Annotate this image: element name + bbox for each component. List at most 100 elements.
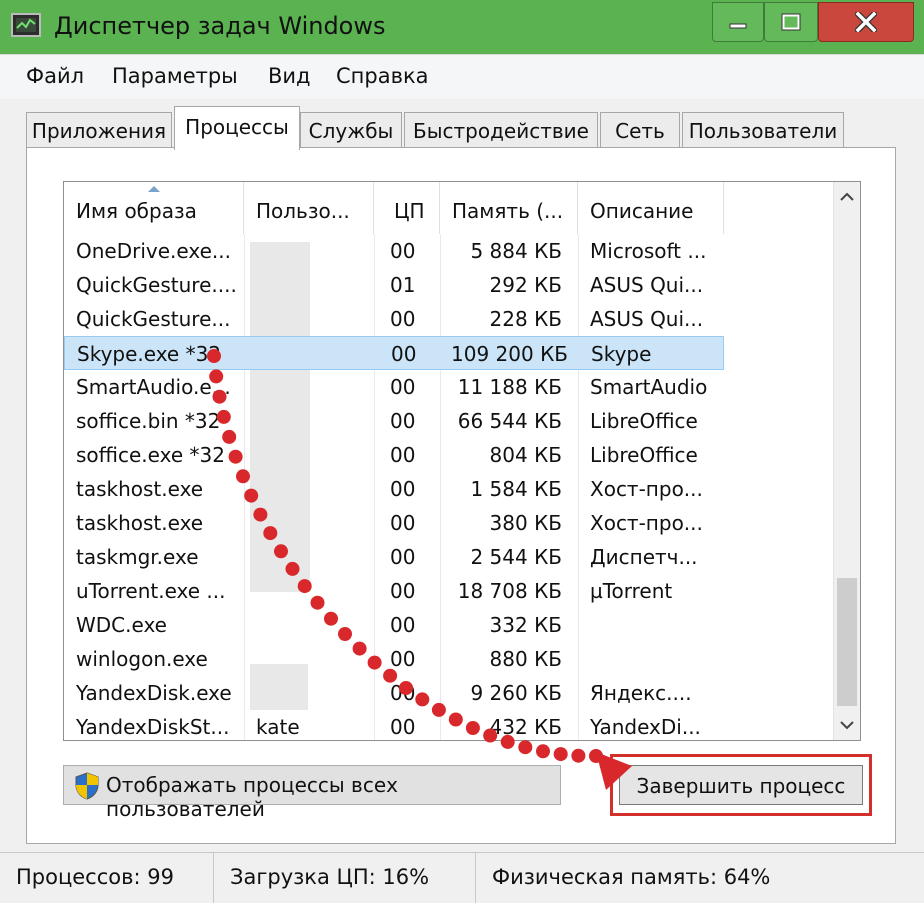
end-process-button[interactable]: Завершить процесс [619, 765, 863, 805]
process-name: QuickGesture... [76, 307, 231, 331]
process-name: OneDrive.exe... [76, 239, 231, 263]
process-cpu: 00 [390, 307, 416, 331]
process-memory: 228 КБ [489, 307, 562, 331]
process-name: taskmgr.exe [76, 545, 199, 569]
column-cpu[interactable]: ЦП [374, 182, 440, 234]
show-all-processes-label: Отображать процессы всех пользователей [106, 773, 398, 821]
table-row[interactable]: QuickGesture... 00 228 КБ ASUS Qui... [64, 302, 724, 336]
process-cpu: 00 [390, 681, 416, 705]
app-icon [11, 13, 41, 37]
column-description-label: Описание [590, 199, 694, 223]
process-name: SmartAudio.e... [76, 375, 231, 399]
process-name: soffice.bin *32 [76, 409, 221, 433]
process-cpu: 00 [390, 613, 416, 637]
sort-up-icon [148, 186, 160, 192]
process-list[interactable]: Имя образа Пользо... ЦП Память (... Опис… [63, 181, 861, 741]
task-manager-window: Диспетчер задач Windows Файл Параметры В… [0, 0, 924, 903]
process-name: Skype.exe *32 [77, 342, 222, 366]
status-bar: Процессов: 99 Загрузка ЦП: 16% Физическа… [0, 852, 924, 903]
process-name: taskhost.exe [76, 477, 204, 501]
scroll-thumb[interactable] [837, 578, 857, 706]
process-description: ASUS Qui... [590, 307, 704, 331]
process-cpu: 00 [390, 579, 416, 603]
column-memory[interactable]: Память (... [440, 182, 578, 234]
process-description: µTorrent [590, 579, 673, 603]
table-row[interactable]: OneDrive.exe... 00 5 884 КБ Microsoft ... [64, 234, 724, 268]
process-name: taskhost.exe [76, 511, 204, 535]
maximize-button[interactable] [764, 2, 818, 42]
process-name: QuickGesture.... [76, 273, 237, 297]
table-row[interactable]: soffice.bin *32 00 66 544 КБ LibreOffice [64, 404, 724, 438]
window-title: Диспетчер задач Windows [54, 12, 386, 40]
tab-performance[interactable]: Быстродействие [404, 112, 598, 148]
process-memory: 1 584 КБ [470, 477, 562, 501]
menu-help[interactable]: Справка [336, 64, 429, 88]
process-memory: 11 188 КБ [457, 375, 562, 399]
end-process-highlight: Завершить процесс [610, 754, 872, 816]
table-row[interactable]: Skype.exe *32 00 109 200 КБ Skype [64, 336, 724, 370]
table-row[interactable]: taskhost.exe 00 380 КБ Хост-про... [64, 506, 724, 540]
table-row[interactable]: WDC.exe 00 332 КБ [64, 608, 724, 642]
table-row[interactable]: SmartAudio.e... 00 11 188 КБ SmartAudio [64, 370, 724, 404]
process-name: uTorrent.exe ... [76, 579, 226, 603]
process-cpu: 00 [390, 443, 416, 467]
column-image-name[interactable]: Имя образа [64, 182, 244, 234]
scroll-up-icon [840, 192, 854, 201]
process-description: Хост-про... [590, 511, 703, 535]
menu-file[interactable]: Файл [26, 64, 84, 88]
process-memory: 9 260 КБ [470, 681, 562, 705]
table-row[interactable]: soffice.exe *32 00 804 КБ LibreOffice [64, 438, 724, 472]
table-row[interactable]: YandexDiskSt... kate 00 432 КБ YandexDi... [64, 710, 724, 740]
process-memory: 804 КБ [489, 443, 562, 467]
menu-view[interactable]: Вид [268, 64, 311, 88]
menu-bar: Файл Параметры Вид Справка [0, 54, 924, 99]
tab-applications[interactable]: Приложения [26, 112, 172, 148]
column-image-name-label: Имя образа [76, 199, 197, 223]
minimize-button[interactable] [712, 2, 764, 42]
table-row[interactable]: uTorrent.exe ... 00 18 708 КБ µTorrent [64, 574, 724, 608]
process-description: SmartAudio [590, 375, 708, 399]
shield-icon [75, 772, 99, 800]
process-memory: 880 КБ [489, 647, 562, 671]
status-cpu-load: Загрузка ЦП: 16% [214, 853, 476, 903]
table-row[interactable]: QuickGesture.... 01 292 КБ ASUS Qui... [64, 268, 724, 302]
process-description: LibreOffice [590, 443, 698, 467]
process-description: YandexDi... [590, 715, 701, 739]
process-cpu: 00 [390, 409, 416, 433]
tab-services[interactable]: Службы [300, 112, 402, 148]
show-all-processes-button[interactable]: Отображать процессы всех пользователей [63, 765, 561, 821]
column-user[interactable]: Пользо... [244, 182, 374, 234]
process-description: Диспетч... [590, 545, 698, 569]
scroll-down-icon [840, 721, 854, 730]
process-cpu: 00 [390, 545, 416, 569]
process-description: Хост-про... [590, 477, 703, 501]
process-description: Microsoft ... [590, 239, 707, 263]
table-row[interactable]: YandexDisk.exe 00 9 260 КБ Яндекс.... [64, 676, 724, 710]
column-memory-label: Память (... [452, 199, 564, 223]
process-cpu: 00 [391, 342, 417, 366]
tab-network[interactable]: Сеть [600, 112, 680, 148]
close-button[interactable] [818, 2, 914, 42]
table-row[interactable]: taskhost.exe 00 1 584 КБ Хост-про... [64, 472, 724, 506]
status-process-count: Процессов: 99 [0, 853, 214, 903]
table-row[interactable]: winlogon.exe 00 880 КБ [64, 642, 724, 676]
process-memory: 66 544 КБ [457, 409, 562, 433]
list-header: Имя образа Пользо... ЦП Память (... Опис… [64, 182, 836, 234]
scroll-down-button[interactable] [834, 712, 860, 738]
process-name: WDC.exe [76, 613, 167, 637]
process-name: winlogon.exe [76, 647, 208, 671]
tab-users[interactable]: Пользователи [682, 112, 844, 148]
maximize-icon [781, 13, 801, 31]
tab-processes[interactable]: Процессы [174, 106, 300, 150]
process-name: YandexDiskSt... [76, 715, 230, 739]
process-description: LibreOffice [590, 409, 698, 433]
table-row[interactable]: taskmgr.exe 00 2 544 КБ Диспетч... [64, 540, 724, 574]
process-memory: 18 708 КБ [457, 579, 562, 603]
vertical-scrollbar[interactable] [833, 182, 860, 740]
column-description[interactable]: Описание [578, 182, 724, 234]
process-memory: 2 544 КБ [470, 545, 562, 569]
scroll-up-button[interactable] [834, 184, 860, 210]
process-description: Skype [591, 342, 652, 366]
minimize-icon [729, 23, 747, 29]
menu-options[interactable]: Параметры [112, 64, 238, 88]
